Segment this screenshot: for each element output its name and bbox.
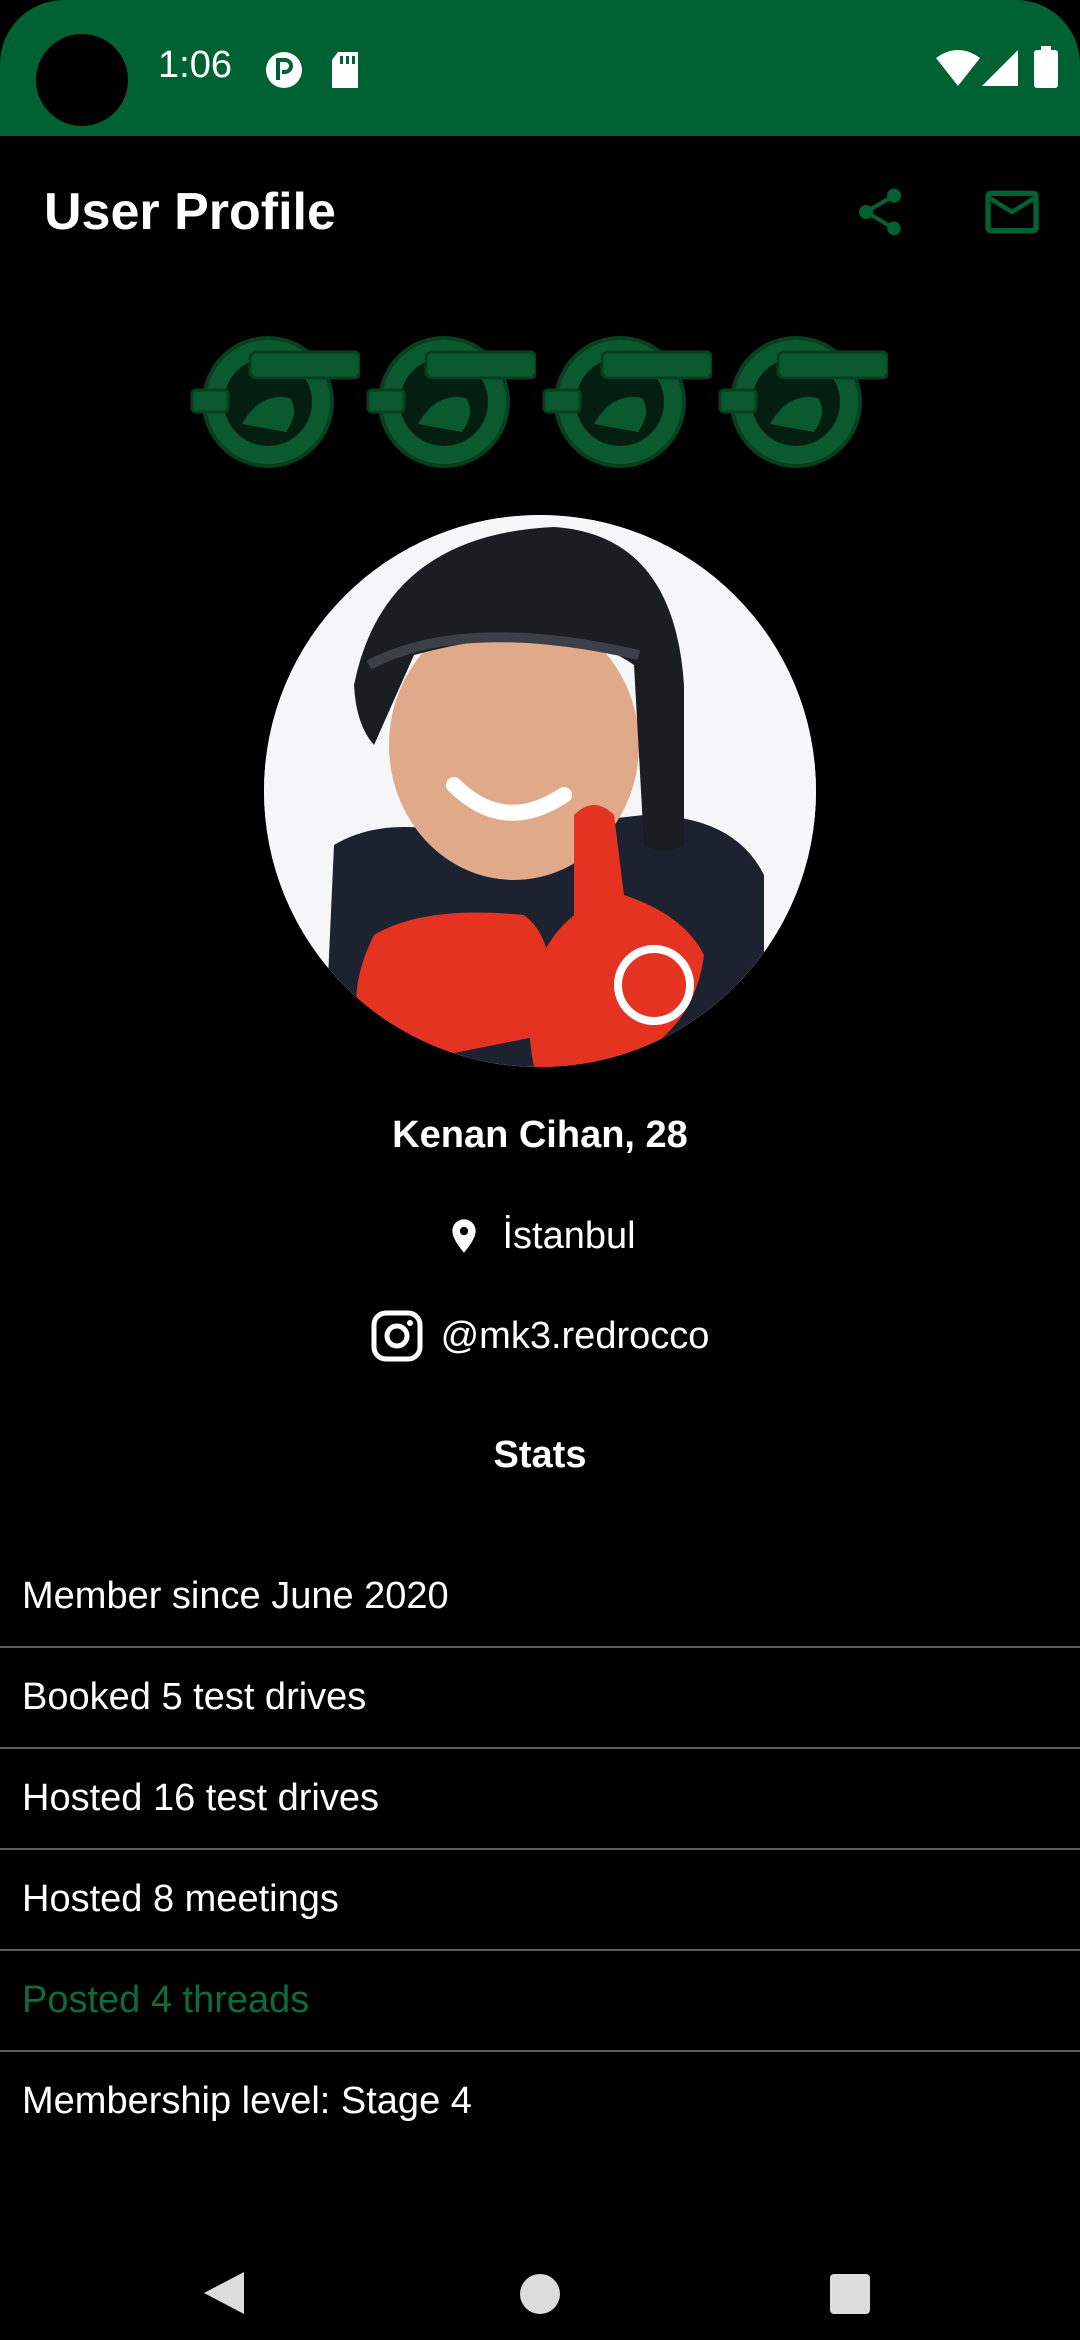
stats-title: Stats: [493, 1434, 587, 1476]
signal-icon: [982, 50, 1018, 86]
hotspot-icon: [266, 52, 302, 88]
stat-membership-level: Membership level: Stage 4: [22, 2080, 472, 2122]
share-icon[interactable]: [852, 184, 908, 240]
profile-name: Kenan Cihan, 28: [392, 1114, 688, 1156]
badge-icon: [542, 336, 712, 468]
avatar-photo: [264, 515, 816, 1067]
stat-booked-test-drives: Booked 5 test drives: [0, 1648, 1080, 1749]
stat-member-since: Member since June 2020: [0, 1547, 1080, 1648]
instagram-handle[interactable]: @mk3.redrocco: [441, 1315, 710, 1358]
badge-icon: [366, 336, 536, 468]
instagram-icon: [371, 1310, 423, 1362]
avatar: [264, 515, 816, 1067]
sd-card-icon: [332, 52, 358, 88]
navigation-bar: [0, 2220, 1080, 2340]
badge-icon: [718, 336, 888, 468]
user-profile-screen: 1:06 User Profile Kenan Cihan, 28 İstanb…: [0, 0, 1080, 2340]
recents-icon[interactable]: [828, 2272, 872, 2316]
badge-icon: [190, 336, 360, 468]
stat-hosted-test-drives: Hosted 16 test drives: [0, 1749, 1080, 1850]
location-text: İstanbul: [502, 1214, 636, 1257]
back-icon[interactable]: [202, 2270, 246, 2316]
stat-hosted-meetings: Hosted 8 meetings: [0, 1850, 1080, 1951]
stat-posted-threads[interactable]: Posted 4 threads: [0, 1951, 1080, 2052]
page-title: User Profile: [44, 183, 336, 241]
badges-row: [190, 332, 890, 472]
stats-list: Member since June 2020 Booked 5 test dri…: [0, 1547, 1080, 2151]
mail-icon[interactable]: [980, 180, 1044, 244]
status-bar: 1:06: [0, 0, 1080, 136]
battery-icon: [1034, 46, 1058, 88]
home-icon[interactable]: [518, 2272, 562, 2316]
wifi-icon: [936, 50, 980, 86]
location-row: İstanbul: [0, 1212, 1080, 1260]
location-pin-icon: [452, 1219, 477, 1253]
camera-cutout: [36, 34, 128, 126]
status-time: 1:06: [158, 44, 232, 86]
instagram-row[interactable]: @mk3.redrocco: [0, 1310, 1080, 1362]
